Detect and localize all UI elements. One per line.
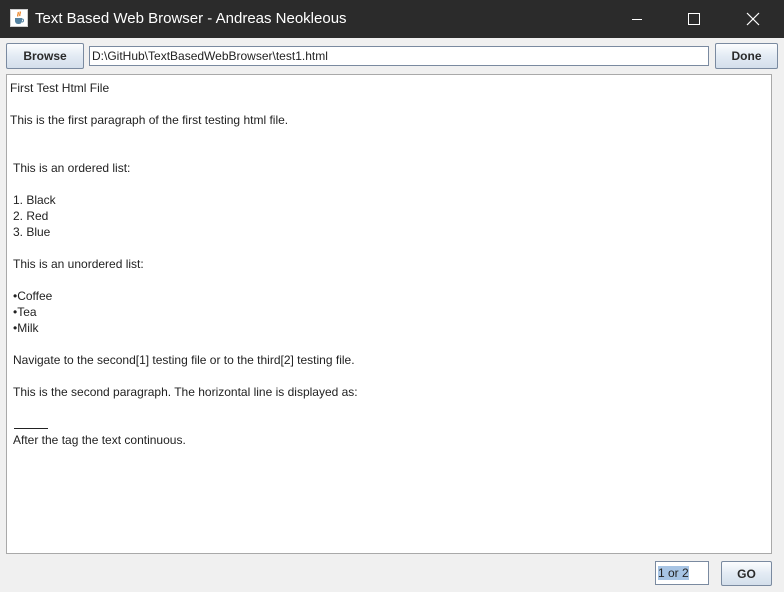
- title-bar: Text Based Web Browser - Andreas Neokleo…: [0, 0, 784, 38]
- ordered-list-item: 3. Blue: [13, 225, 51, 239]
- java-cup-icon: [10, 9, 28, 27]
- close-icon: [746, 12, 760, 26]
- link-number-input[interactable]: 1 or 2: [655, 561, 709, 585]
- navigation-text: Navigate to the second[1] testing file o…: [13, 353, 355, 367]
- page-content-area[interactable]: First Test Html File This is the first p…: [6, 74, 772, 554]
- minimize-icon: [632, 19, 642, 20]
- browse-button[interactable]: Browse: [6, 43, 84, 69]
- window-title: Text Based Web Browser - Andreas Neokleo…: [35, 10, 347, 27]
- horizontal-rule: [14, 428, 48, 429]
- paragraph-text: After the tag the text continuous.: [13, 433, 186, 447]
- paragraph-text: This is the second paragraph. The horizo…: [13, 385, 358, 399]
- unordered-list-item: •Milk: [13, 321, 39, 335]
- unordered-list-item: •Tea: [13, 305, 37, 319]
- maximize-button[interactable]: [671, 0, 717, 38]
- done-button[interactable]: Done: [715, 43, 778, 69]
- unordered-list-intro: This is an unordered list:: [13, 257, 144, 271]
- ordered-list-intro: This is an ordered list:: [13, 161, 131, 175]
- ordered-list-item: 1. Black: [13, 193, 56, 207]
- unordered-list-item: •Coffee: [13, 289, 53, 303]
- minimize-button[interactable]: [614, 0, 660, 38]
- close-button[interactable]: [730, 0, 776, 38]
- ordered-list-item: 2. Red: [13, 209, 49, 223]
- go-button[interactable]: GO: [721, 561, 772, 586]
- url-input[interactable]: D:\GitHub\TextBasedWebBrowser\test1.html: [89, 46, 709, 66]
- page-heading: First Test Html File: [10, 81, 110, 95]
- link-number-value: 1 or 2: [658, 566, 689, 580]
- maximize-icon: [688, 13, 700, 25]
- paragraph-text: This is the first paragraph of the first…: [10, 113, 289, 127]
